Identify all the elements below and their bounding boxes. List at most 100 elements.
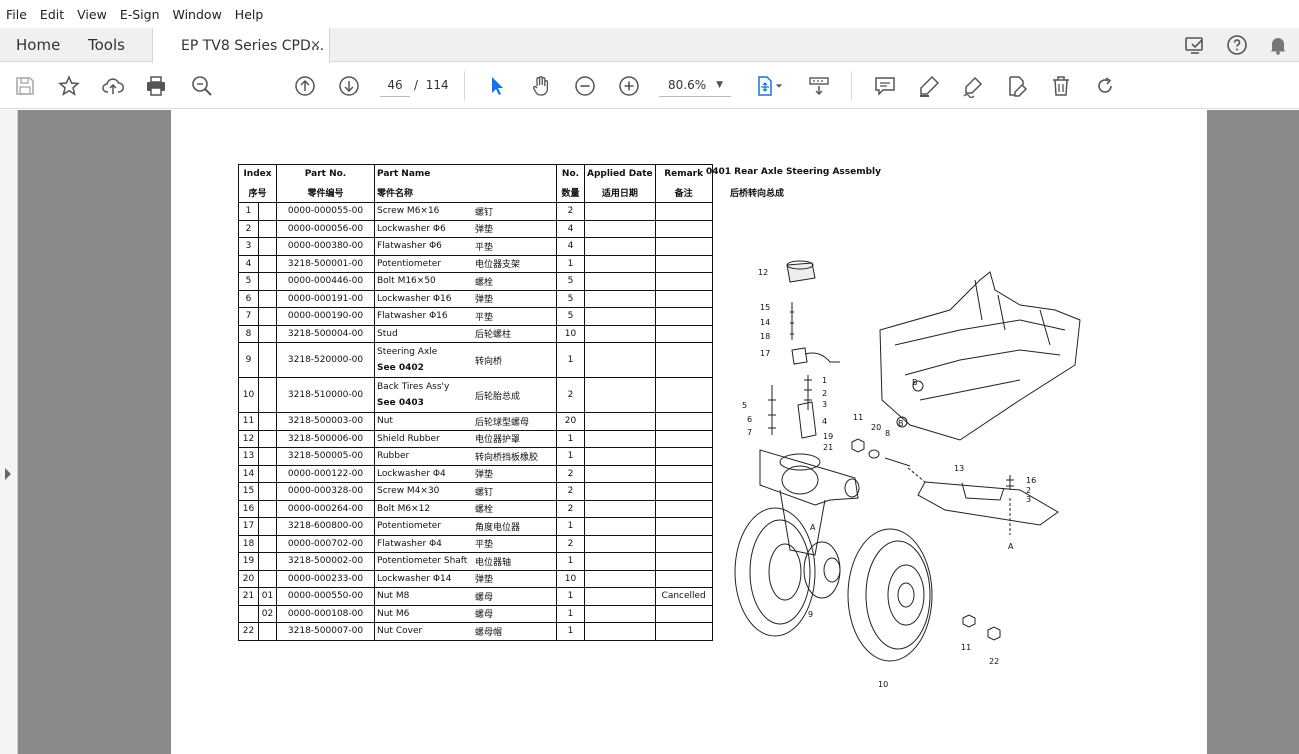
save-icon[interactable]	[12, 73, 38, 99]
tab-home[interactable]: Home	[16, 28, 60, 62]
zoom-search-icon[interactable]	[189, 73, 215, 99]
hand-tool-icon[interactable]	[528, 73, 554, 99]
row-remark	[654, 499, 713, 518]
row-index: 2	[238, 219, 259, 238]
row-sub-index: 02	[258, 604, 277, 623]
part-name-cn: 平垫	[475, 242, 494, 253]
part-name-en: Lockwasher Φ4	[377, 468, 446, 479]
tab-document-label: EP TV8 Series CPD...	[181, 37, 325, 54]
menu-edit[interactable]: Edit	[40, 7, 64, 22]
row-remark	[654, 622, 713, 641]
table-row: 13 3218-500005-00 Rubber 转向桥挡板橡胶 1	[238, 447, 713, 466]
row-part-number: 0000-000122-00	[276, 464, 375, 483]
row-applied-date	[584, 272, 656, 291]
part-name-cn: 螺母	[475, 610, 494, 621]
row-quantity: 4	[556, 237, 585, 256]
row-sub-index	[258, 219, 277, 238]
row-quantity: 1	[556, 254, 585, 273]
viewer-right-margin	[1207, 110, 1299, 754]
row-sub-index	[258, 272, 277, 291]
menu-help[interactable]: Help	[235, 7, 264, 22]
help-icon[interactable]	[1225, 33, 1249, 57]
row-part-name: Nut Cover 螺母帽	[374, 622, 557, 641]
part-name-en: Nut M8	[377, 591, 410, 602]
part-name-en: Flatwasher Φ4	[377, 538, 442, 549]
part-name-cn: 弹垫	[475, 225, 494, 236]
row-remark	[654, 429, 713, 448]
diagram-callout-label: 7	[747, 428, 752, 437]
select-cursor-icon[interactable]	[484, 73, 510, 99]
row-part-name: Screw M6×16 螺钉	[374, 202, 557, 221]
sign-icon[interactable]	[960, 73, 986, 99]
close-tab-icon[interactable]: ×	[310, 38, 321, 53]
menu-window[interactable]: Window	[173, 7, 222, 22]
share-screen-icon[interactable]	[1183, 33, 1207, 57]
table-row: 14 0000-000122-00 Lockwasher Φ4 弹垫 2	[238, 464, 713, 483]
next-page-icon[interactable]	[336, 73, 362, 99]
zoom-out-icon[interactable]	[572, 73, 598, 99]
row-remark	[654, 464, 713, 483]
part-name-en: Potentiometer	[377, 521, 441, 532]
row-quantity: 20	[556, 412, 585, 431]
row-quantity: 2	[556, 377, 585, 413]
part-name-en: Rubber	[377, 451, 410, 462]
row-quantity: 1	[556, 587, 585, 606]
previous-page-icon[interactable]	[292, 73, 318, 99]
row-part-number: 0000-000191-00	[276, 289, 375, 308]
part-name-cn: 后轮球型螺母	[475, 417, 530, 428]
zoom-in-icon[interactable]	[616, 73, 642, 99]
table-row: 10 3218-510000-00 Back Tires Ass'y See 0403…	[238, 377, 713, 413]
expand-arrow-icon	[5, 468, 11, 480]
table-row: 15 0000-000328-00 Screw M4×30 螺钉 2	[238, 482, 713, 501]
row-sub-index: 01	[258, 587, 277, 606]
table-row: 19 3218-500002-00 Potentiometer Shaft 电位器轴 1	[238, 552, 713, 571]
print-icon[interactable]	[143, 73, 169, 99]
row-quantity: 5	[556, 272, 585, 291]
upload-cloud-icon[interactable]	[100, 73, 126, 99]
bell-icon[interactable]	[1266, 33, 1290, 57]
menu-file[interactable]: File	[6, 7, 27, 22]
fit-page-dropdown-icon[interactable]	[772, 73, 786, 99]
part-name-cn: 后轮螺柱	[475, 330, 512, 341]
diagram-callout-label: 22	[989, 657, 999, 666]
row-sub-index	[258, 534, 277, 553]
scroll-mode-icon[interactable]	[806, 73, 832, 99]
tab-tools-label: Tools	[88, 36, 125, 54]
left-panel-toggle[interactable]	[0, 110, 18, 754]
row-part-name: Bolt M6×12 螺栓	[374, 499, 557, 518]
rotate-icon[interactable]	[1092, 73, 1118, 99]
zoom-level-select[interactable]: 80.6% ▼	[659, 73, 731, 97]
row-sub-index	[258, 464, 277, 483]
diagram-callout-label: 10	[878, 680, 888, 689]
table-row: 5 0000-000446-00 Bolt M16×50 螺栓 5	[238, 272, 713, 291]
comment-icon[interactable]	[872, 73, 898, 99]
tab-document[interactable]: EP TV8 Series CPD... ×	[152, 28, 330, 63]
row-index: 1	[238, 202, 259, 221]
menu-view[interactable]: View	[77, 7, 107, 22]
row-part-name: Rubber 转向桥挡板橡胶	[374, 447, 557, 466]
part-name-cn: 电位器支架	[475, 260, 521, 271]
menu-esign[interactable]: E-Sign	[120, 7, 160, 22]
tab-tools[interactable]: Tools	[88, 28, 125, 62]
row-applied-date	[584, 464, 656, 483]
row-remark	[654, 569, 713, 588]
row-part-name: Lockwasher Φ14 弹垫	[374, 569, 557, 588]
row-index: 13	[238, 447, 259, 466]
chevron-down-icon: ▼	[716, 80, 723, 90]
row-index: 21	[238, 587, 259, 606]
row-remark	[654, 324, 713, 343]
edit-pdf-icon[interactable]	[1004, 73, 1030, 99]
row-part-number: 0000-000328-00	[276, 482, 375, 501]
row-index: 6	[238, 289, 259, 308]
row-remark	[654, 219, 713, 238]
bookmark-star-icon[interactable]	[56, 73, 82, 99]
row-sub-index	[258, 412, 277, 431]
page-number-input[interactable]: 46	[380, 73, 410, 97]
part-name-en: Screw M6×16	[377, 206, 440, 217]
page-total-count: 114	[425, 78, 449, 92]
diagram-callout-label: 19	[823, 432, 833, 441]
highlight-pen-icon[interactable]	[916, 73, 942, 99]
row-remark	[654, 377, 713, 413]
trash-icon[interactable]	[1048, 73, 1074, 99]
row-part-name: Bolt M16×50 螺栓	[374, 272, 557, 291]
